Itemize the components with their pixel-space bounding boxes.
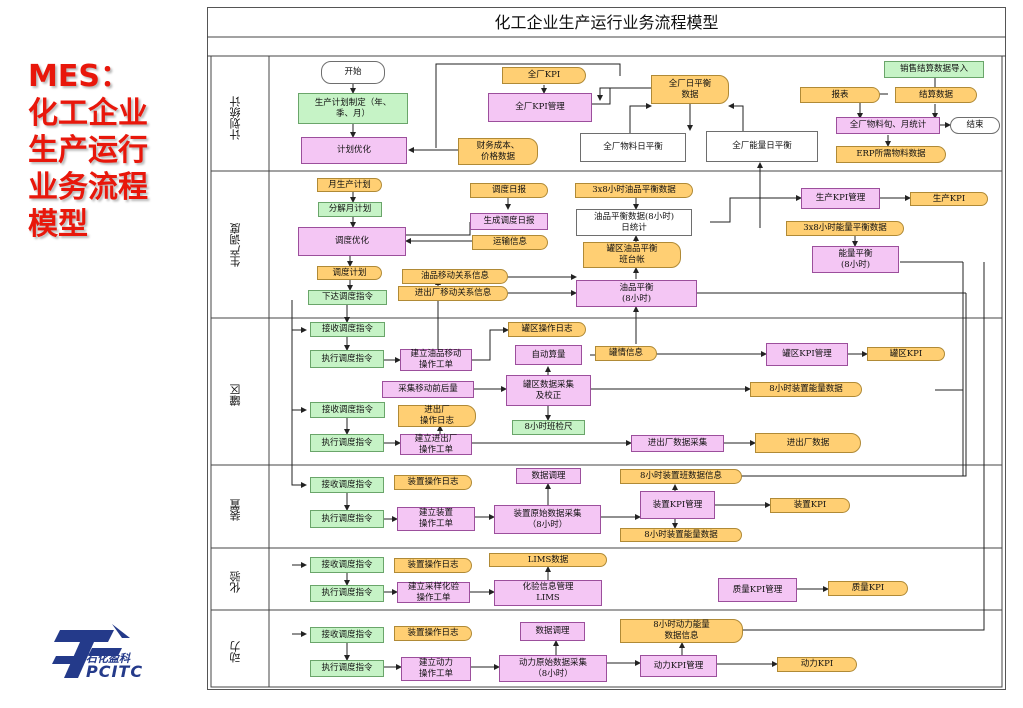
power-build-order-box: 建立动力 操作工单 bbox=[401, 657, 471, 681]
auto-gauge-box: 自动算量 bbox=[515, 345, 582, 365]
dispatch-daily-doc: 调度日报 bbox=[470, 183, 548, 198]
energy-3x8-doc: 3x8小时能量平衡数据 bbox=[786, 221, 904, 236]
finance-data-doc: 财务成本、 价格数据 bbox=[458, 138, 538, 165]
tank-kpi-mgmt-box: 罐区KPI管理 bbox=[766, 343, 848, 366]
energy-balance-box: 能量平衡 (8小时) bbox=[812, 246, 899, 273]
issue-command-box: 下达调度指令 bbox=[308, 290, 387, 305]
inout-data-doc: 进出厂数据 bbox=[755, 433, 861, 453]
inout-collect-box: 进出厂数据采集 bbox=[631, 435, 724, 452]
unit-kpi-mgmt-box: 装置KPI管理 bbox=[640, 491, 715, 519]
plant-kpi-doc: 全厂KPI bbox=[502, 67, 586, 84]
unit-collect-box: 装置原始数据采集 （8小时） bbox=[494, 505, 601, 534]
report-doc: 报表 bbox=[800, 87, 880, 103]
unit-build-order-box: 建立装置 操作工单 bbox=[397, 507, 475, 531]
plan-optimize-box: 计划优化 bbox=[301, 137, 407, 164]
tank-exec-cmd-1: 执行调度指令 bbox=[310, 350, 384, 368]
tank-log-doc: 罐区操作日志 bbox=[508, 322, 586, 337]
oil-balance-daily-box: 油品平衡数据(8小时) 日统计 bbox=[576, 209, 692, 236]
lane-label-unit: 装置 bbox=[229, 499, 242, 521]
lab-receive-cmd: 接收调度指令 bbox=[310, 557, 384, 573]
unit-kpi-doc: 装置KPI bbox=[770, 498, 850, 513]
unit-exec-cmd: 执行调度指令 bbox=[310, 510, 384, 528]
lane-label-power: 动力 bbox=[229, 641, 242, 663]
gen-daily-box: 生成调度日报 bbox=[470, 213, 548, 230]
dispatch-plan-doc: 调度计划 bbox=[317, 266, 382, 280]
collect-pre-post-box: 采集移动前后量 bbox=[382, 381, 474, 398]
oil-balance-3x8-doc: 3x8小时油品平衡数据 bbox=[575, 183, 693, 198]
start-node: 开始 bbox=[321, 61, 385, 84]
oil-balance-box: 油品平衡 (8小时) bbox=[576, 280, 697, 307]
tank-build-order-box: 建立油品移动 操作工单 bbox=[400, 349, 472, 371]
erp-data-doc: ERP所需物料数据 bbox=[836, 146, 946, 163]
power-exec-cmd: 执行调度指令 bbox=[310, 660, 384, 677]
power-adjust-box: 数据调理 bbox=[520, 622, 585, 641]
unit-energy-8h-doc: 8小时装置能量数据 bbox=[750, 382, 862, 397]
tank-receive-cmd-1: 接收调度指令 bbox=[310, 322, 385, 337]
lane-label-plan: 计划统计 bbox=[229, 96, 242, 140]
power-collect-box: 动力原始数据采集 （8小时） bbox=[499, 655, 607, 682]
energy-daily-balance-box: 全厂能量日平衡 bbox=[706, 131, 818, 162]
dispatch-optimize-box: 调度优化 bbox=[298, 227, 406, 256]
data-adjust-box: 数据调理 bbox=[516, 468, 581, 484]
plant-kpi-mgmt-box: 全厂KPI管理 bbox=[488, 93, 592, 122]
tank-kpi-doc: 罐区KPI bbox=[867, 347, 945, 361]
transport-info-doc: 运输信息 bbox=[472, 235, 548, 250]
inout-log-doc: 进出厂 操作日志 bbox=[398, 405, 476, 427]
unit-energy-8h2-doc: 8小时装置能量数据 bbox=[620, 528, 742, 542]
tank-balance-doc: 罐区油品平衡 班台帐 bbox=[583, 242, 681, 268]
lane-label-tank: 罐区 bbox=[229, 384, 242, 406]
unit-log-doc: 装置操作日志 bbox=[394, 475, 472, 490]
lims-data-doc: LIMS数据 bbox=[489, 553, 607, 567]
tank-collect-box: 罐区数据采集 及校正 bbox=[506, 375, 591, 406]
settlement-doc: 结算数据 bbox=[895, 87, 977, 103]
lane-label-dispatch: 生产调度 bbox=[229, 223, 242, 267]
power-kpi-doc: 动力KPI bbox=[777, 657, 857, 672]
power-log-doc: 装置操作日志 bbox=[394, 626, 472, 641]
quality-kpi-mgmt-box: 质量KPI管理 bbox=[718, 578, 797, 602]
lab-build-order-box: 建立采样化验 操作工单 bbox=[397, 582, 470, 603]
unit-shift-info-doc: 8小时装置班数据信息 bbox=[620, 469, 742, 484]
production-kpi-doc: 生产KPI bbox=[910, 192, 988, 206]
split-plan-box: 分解月计划 bbox=[318, 202, 382, 217]
lane-label-lab: 化验 bbox=[229, 571, 242, 593]
production-kpi-mgmt-box: 生产KPI管理 bbox=[801, 188, 880, 209]
material-stat-box: 全厂物料旬、月统计 bbox=[836, 117, 940, 134]
daily-balance-doc: 全厂日平衡 数据 bbox=[651, 75, 729, 104]
unit-receive-cmd: 接收调度指令 bbox=[310, 477, 384, 493]
month-plan-doc: 月生产计划 bbox=[317, 178, 382, 192]
tank-exec-cmd-2: 执行调度指令 bbox=[310, 434, 384, 452]
end-node: 结束 bbox=[950, 117, 1000, 134]
lab-log-doc: 装置操作日志 bbox=[394, 558, 472, 573]
power-kpi-mgmt-box: 动力KPI管理 bbox=[640, 655, 717, 677]
power-energy-info-doc: 8小时动力能量 数据信息 bbox=[620, 619, 743, 643]
inout-movement-doc: 进出厂移动关系信息 bbox=[398, 286, 508, 301]
material-daily-balance-box: 全厂物料日平衡 bbox=[580, 133, 686, 162]
oil-movement-doc: 油品移动关系信息 bbox=[402, 269, 508, 284]
power-receive-cmd: 接收调度指令 bbox=[310, 627, 384, 643]
quality-kpi-doc: 质量KPI bbox=[828, 581, 908, 596]
inout-build-order-box: 建立进出厂 操作工单 bbox=[400, 434, 472, 455]
tank-receive-cmd-2: 接收调度指令 bbox=[310, 402, 385, 418]
plan-make-box: 生产计划制定（年、 季、月） bbox=[298, 93, 408, 124]
tank-info-doc: 罐情信息 bbox=[595, 346, 657, 361]
sales-import-box: 销售结算数据导入 bbox=[884, 61, 984, 78]
lab-info-mgmt-box: 化验信息管理 LIMS bbox=[494, 580, 602, 606]
shift-gauge-box: 8小时班检尺 bbox=[512, 420, 585, 435]
lab-exec-cmd: 执行调度指令 bbox=[310, 585, 384, 602]
